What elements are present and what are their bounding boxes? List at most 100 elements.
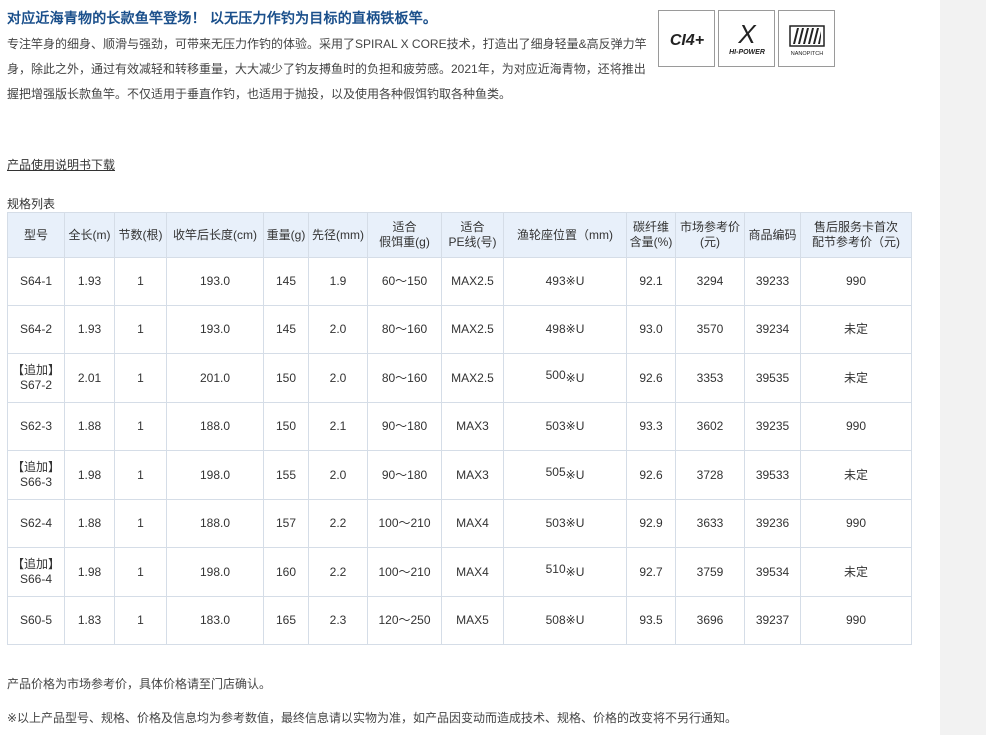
hi-power-x-logo-icon: X HI-POWER <box>729 19 765 56</box>
product-description: 专注竿身的细身、顺滑与强劲，可带来无压力作钓的体验。采用了SPIRAL X CO… <box>7 37 647 101</box>
ci4-plus-badge: CI4+ <box>658 10 715 67</box>
cell-length: 2.01 <box>64 353 115 403</box>
cell-service: 未定 <box>800 353 912 403</box>
cell-closed: 198.0 <box>166 547 264 597</box>
cell-tip: 2.3 <box>308 596 368 645</box>
cell-model: 【追加】 S67-2 <box>7 353 65 403</box>
cell-length: 1.88 <box>64 402 115 451</box>
cell-code: 39534 <box>744 547 801 597</box>
column-header-label: 商品编码 <box>748 227 797 242</box>
cell-pieces: 1 <box>114 402 167 451</box>
model-name: S64-2 <box>19 322 53 336</box>
column-header-label: 市场参考价 <box>679 220 740 234</box>
ci4-plus-logo-icon: CI4+ <box>669 32 703 49</box>
cell-model: S60-5 <box>7 596 65 645</box>
cell-lure: 80～160 <box>367 305 442 354</box>
seat-position-unit: ※U <box>565 370 585 385</box>
cell-tip: 2.2 <box>308 547 368 597</box>
column-header-label: 节数(根) <box>118 227 163 242</box>
model-name: S64-1 <box>19 274 53 288</box>
cell-length: 1.98 <box>64 547 115 597</box>
cell-code: 39236 <box>744 499 801 548</box>
column-header-label: 收竿后长度(cm) <box>173 227 257 242</box>
cell-lure: 90～180 <box>367 402 442 451</box>
cell-pieces: 1 <box>114 596 167 645</box>
cell-length: 1.93 <box>64 257 115 306</box>
cell-service: 990 <box>800 402 912 451</box>
svg-text:HI-POWER: HI-POWER <box>729 49 765 56</box>
spec-list-title: 规格列表 <box>7 197 56 211</box>
svg-text:X: X <box>737 19 757 49</box>
seat-position-value: 505 <box>545 464 566 479</box>
hi-power-x-badge: X HI-POWER <box>718 10 775 67</box>
cell-closed: 188.0 <box>166 499 264 548</box>
cell-price: 3294 <box>675 257 745 306</box>
column-header: 售后服务卡首次 配节参考价（元) <box>800 212 912 258</box>
cell-pe: MAX5 <box>441 596 504 645</box>
cell-tip: 2.1 <box>308 402 368 451</box>
cell-code: 39233 <box>744 257 801 306</box>
cell-lure: 60～150 <box>367 257 442 306</box>
column-header-label: 型号 <box>23 227 48 242</box>
cell-pieces: 1 <box>114 499 167 548</box>
column-header-label: 适合 <box>460 220 485 234</box>
cell-weight: 157 <box>263 499 309 548</box>
cell-lure: 100～210 <box>367 547 442 597</box>
product-heading: 对应近海青物的长款鱼竿登场！ 以无压力作钓为目标的直柄铁板竿。 <box>7 10 438 26</box>
cell-carbon: 92.6 <box>626 353 676 403</box>
svg-text:CI4+: CI4+ <box>669 32 703 49</box>
cell-carbon: 92.6 <box>626 450 676 500</box>
table-row: S64-2 1.93 1 193.0 145 2.0 80～160 MAX2.5 498※U 93… <box>7 305 912 354</box>
cell-price: 3759 <box>675 547 745 597</box>
cell-closed: 188.0 <box>166 402 264 451</box>
cell-seat: 498※U <box>503 305 627 354</box>
model-name: S62-4 <box>19 516 53 530</box>
cell-code: 39535 <box>744 353 801 403</box>
manual-download-link[interactable]: 产品使用说明书下载 <box>7 156 115 173</box>
seat-position-value: 510 <box>545 561 566 576</box>
column-header: 商品编码 <box>744 212 801 258</box>
cell-code: 39235 <box>744 402 801 451</box>
cell-price: 3633 <box>675 499 745 548</box>
column-header: 收竿后长度(cm) <box>166 212 264 258</box>
cell-length: 1.88 <box>64 499 115 548</box>
seat-position-value: 500 <box>545 367 566 382</box>
cell-lure: 100～210 <box>367 499 442 548</box>
cell-seat: 505※U <box>503 450 627 500</box>
model-name: S60-5 <box>19 613 53 627</box>
cell-service: 990 <box>800 596 912 645</box>
cell-model: 【追加】 S66-3 <box>7 450 65 500</box>
svg-text:NANOPITCH: NANOPITCH <box>790 51 822 57</box>
product-page: 对应近海青物的长款鱼竿登场！ 以无压力作钓为目标的直柄铁板竿。 专注竿身的细身、… <box>0 0 940 735</box>
cell-pieces: 1 <box>114 353 167 403</box>
seat-position-value: 503 <box>545 419 566 433</box>
cell-seat: 508※U <box>503 596 627 645</box>
seat-position-value: 493 <box>545 274 566 288</box>
column-header-sublabel: (元) <box>700 235 720 249</box>
model-name: S62-3 <box>19 419 53 433</box>
cell-seat: 500※U <box>503 353 627 403</box>
cell-closed: 201.0 <box>166 353 264 403</box>
column-header: 先径(mm) <box>308 212 368 258</box>
column-header-sublabel: PE线(号) <box>448 235 497 249</box>
nanopitch-logo-icon: NANOPITCH <box>788 24 825 57</box>
seat-position-value: 508 <box>545 613 566 627</box>
cell-weight: 145 <box>263 257 309 306</box>
cell-pe: MAX4 <box>441 499 504 548</box>
table-row: 【追加】 S66-3 1.98 1 198.0 155 2.0 90～180 MAX3 505※U… <box>7 450 912 500</box>
cell-service: 990 <box>800 257 912 306</box>
column-header-label: 重量(g) <box>266 227 306 242</box>
cell-seat: 510※U <box>503 547 627 597</box>
column-header: 重量(g) <box>263 212 309 258</box>
cell-carbon: 92.1 <box>626 257 676 306</box>
spec-table-header: 型号 全长(m) 节数(根) 收竿后长度(cm) 重量(g) 先径(mm) 适合 假饵重(g)… <box>7 212 912 258</box>
cell-lure: 120～250 <box>367 596 442 645</box>
model-name: S67-2 <box>19 378 53 392</box>
page-side-margin <box>940 0 986 735</box>
table-row: S64-1 1.93 1 193.0 145 1.9 60～150 MAX2.5 493※U 92… <box>7 257 912 306</box>
column-header: 适合 假饵重(g) <box>367 212 442 258</box>
cell-tip: 1.9 <box>308 257 368 306</box>
cell-code: 39234 <box>744 305 801 354</box>
price-note: 产品价格为市场参考价，具体价格请至门店确认。 <box>7 677 272 691</box>
cell-length: 1.93 <box>64 305 115 354</box>
